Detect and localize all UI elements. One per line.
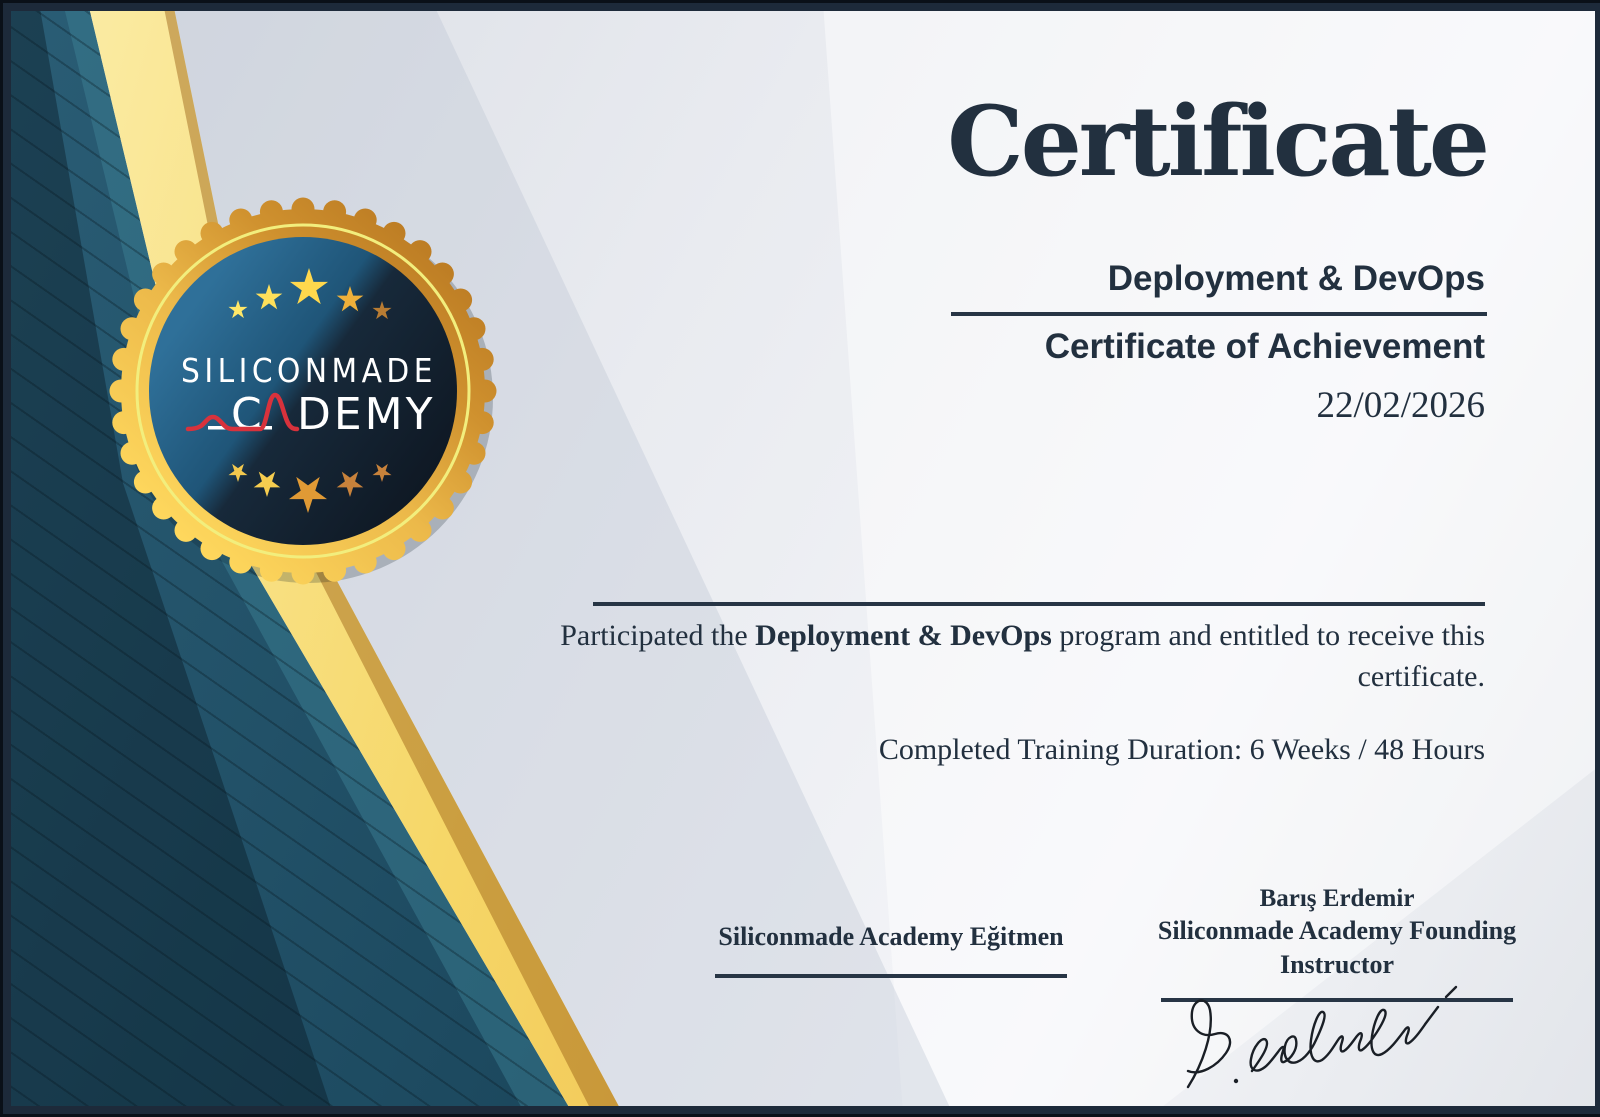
- body-divider-line: [593, 602, 1485, 606]
- certificate-title: Certificate: [947, 87, 1487, 197]
- signature-block-left: Siliconmade Academy Eğitmen: [715, 920, 1067, 978]
- signer-role-left: Siliconmade Academy Eğitmen: [715, 920, 1067, 954]
- signature-period: [1234, 1079, 1238, 1083]
- certificate-page: SILICONMADE C DEMY Certificate Deploymen…: [0, 0, 1600, 1117]
- issue-date: 22/02/2026: [1316, 384, 1485, 427]
- signature-initial-b: [1188, 1000, 1230, 1087]
- signature-accent-tick: [1446, 987, 1456, 997]
- statement-post: program and entitled to receive this cer…: [1052, 619, 1485, 693]
- program-name: Deployment & DevOps: [1108, 259, 1485, 299]
- participation-statement: Participated the Deployment & DevOps pro…: [545, 615, 1485, 697]
- signature-line-left: [715, 974, 1067, 979]
- academy-seal-badge: SILICONMADE C DEMY: [103, 191, 503, 591]
- signature-surname: [1251, 1007, 1438, 1071]
- statement-pre: Participated the: [560, 619, 755, 652]
- badge-brand-top: SILICONMADE: [181, 351, 437, 390]
- badge-brand-rest: DEMY: [297, 389, 436, 440]
- certificate-subtitle: Certificate of Achievement: [1045, 327, 1485, 367]
- handwritten-signature: [1151, 983, 1483, 1108]
- badge-brand-c: C: [231, 389, 264, 440]
- signer-role-right: Siliconmade Academy Founding Instructor: [1107, 914, 1567, 982]
- signer-name-right: Barış Erdemir: [1107, 883, 1567, 914]
- training-duration: Completed Training Duration: 6 Weeks / 4…: [879, 733, 1485, 767]
- program-underline: [951, 312, 1487, 316]
- statement-program-bold: Deployment & DevOps: [755, 619, 1052, 652]
